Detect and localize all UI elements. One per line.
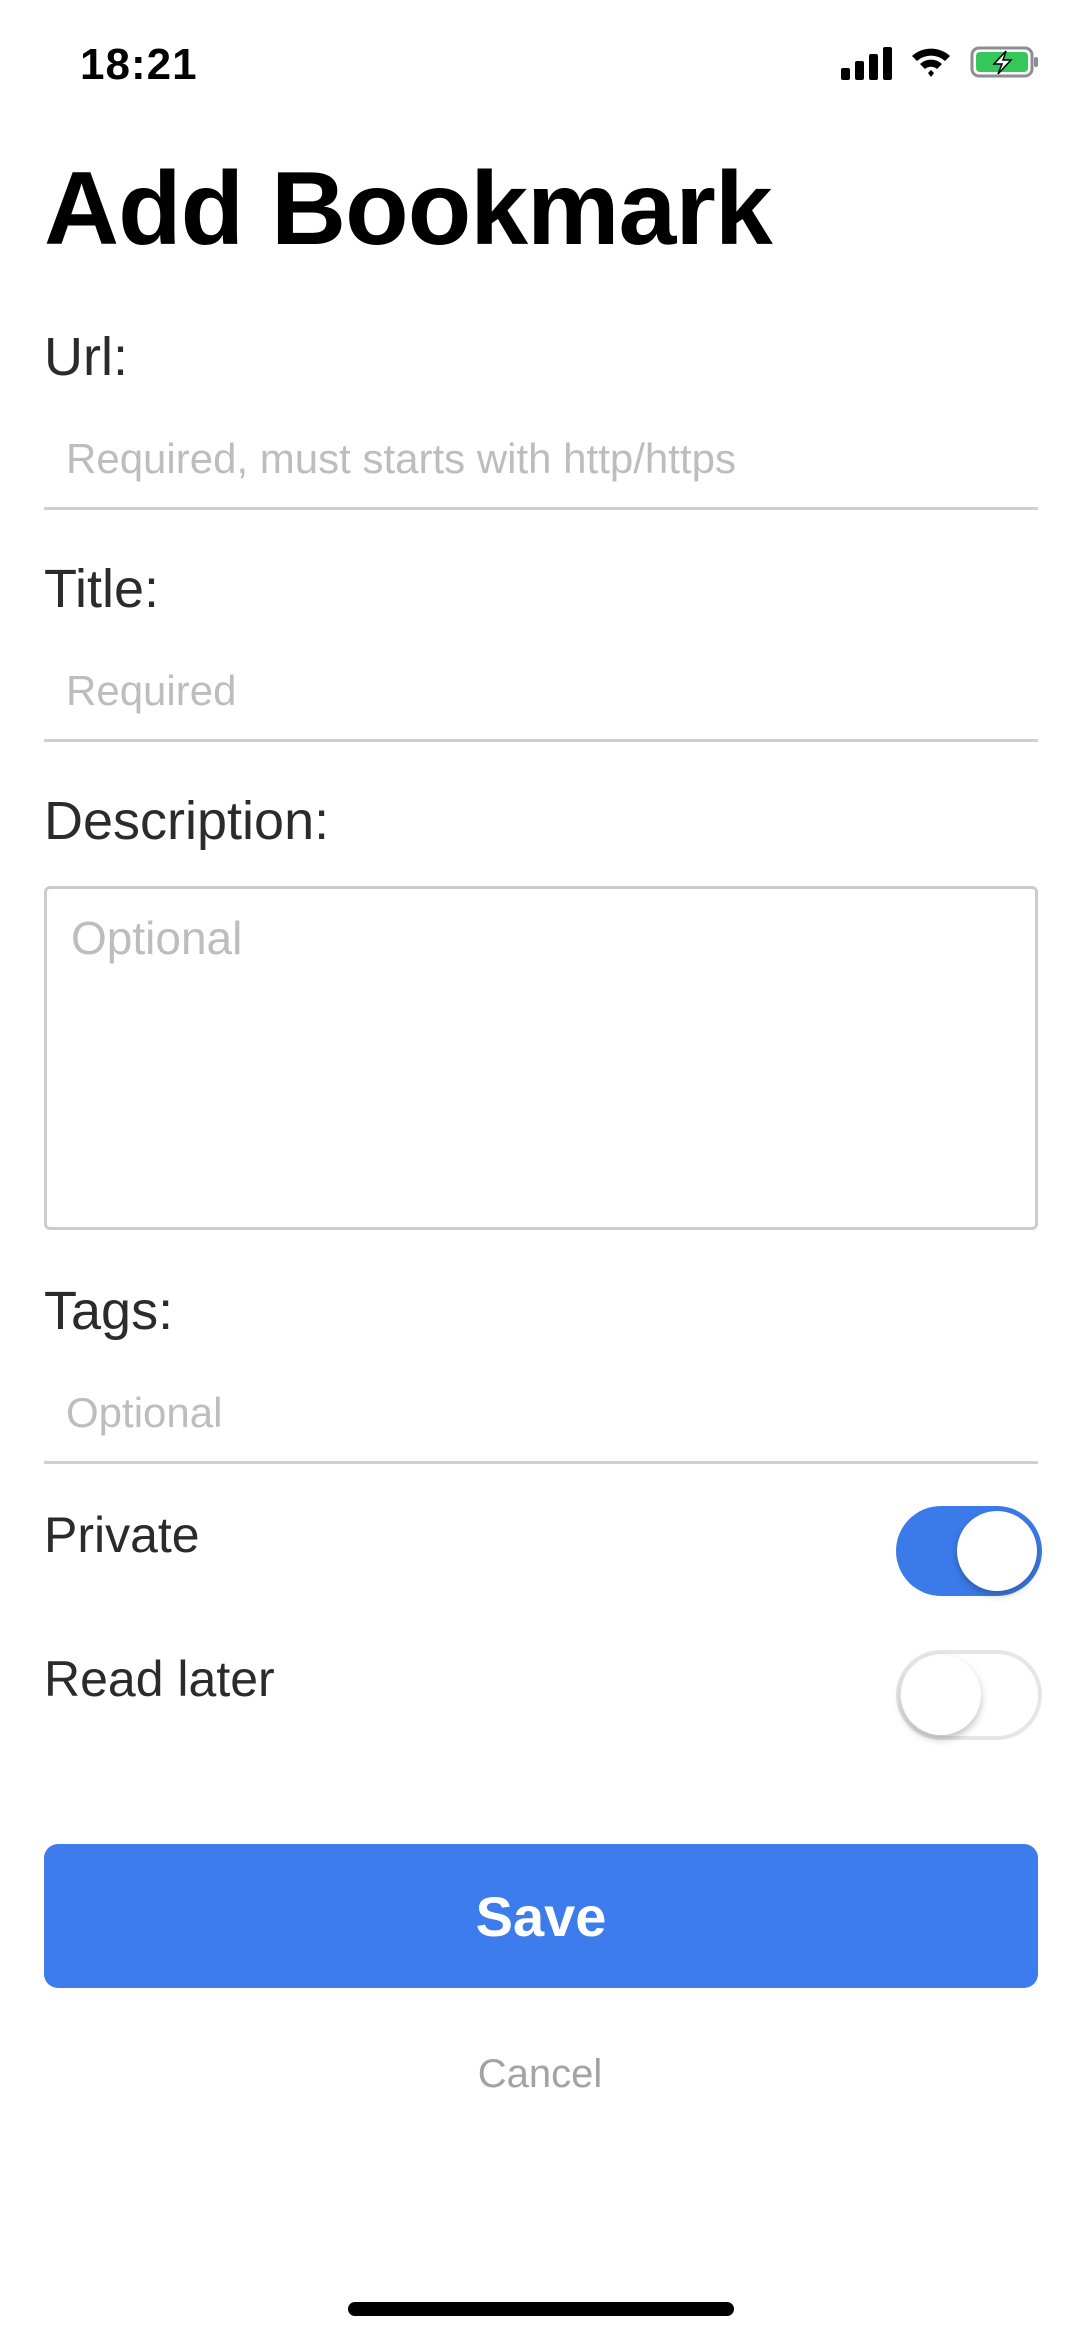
- private-toggle-knob: [957, 1511, 1037, 1591]
- wifi-icon: [912, 48, 950, 77]
- status-time: 18:21: [80, 40, 198, 89]
- status-bar: 18:21: [0, 0, 1080, 130]
- url-input[interactable]: [44, 410, 1038, 510]
- description-textarea[interactable]: [44, 886, 1038, 1230]
- signal-icon: [841, 44, 892, 80]
- title-label: Title:: [44, 559, 160, 619]
- status-icons: [841, 44, 1040, 80]
- url-label: Url:: [44, 327, 128, 387]
- save-button[interactable]: Save: [44, 1844, 1038, 1988]
- read-later-label: Read later: [44, 1651, 275, 1707]
- add-bookmark-screen: 18:21 Add Bookmark Url: Title: Descripti…: [0, 0, 1080, 2339]
- private-label: Private: [44, 1507, 200, 1563]
- tags-input[interactable]: [44, 1364, 1038, 1464]
- read-later-toggle[interactable]: [896, 1650, 1042, 1740]
- battery-charging-icon: [970, 46, 1038, 78]
- description-label: Description:: [44, 791, 330, 851]
- home-indicator: [348, 2302, 734, 2316]
- cancel-button[interactable]: Cancel: [0, 2052, 1080, 2097]
- tags-label: Tags:: [44, 1281, 174, 1341]
- page-title: Add Bookmark: [44, 151, 773, 267]
- title-input[interactable]: [44, 642, 1038, 742]
- private-toggle[interactable]: [896, 1506, 1042, 1596]
- read-later-toggle-knob: [901, 1655, 981, 1735]
